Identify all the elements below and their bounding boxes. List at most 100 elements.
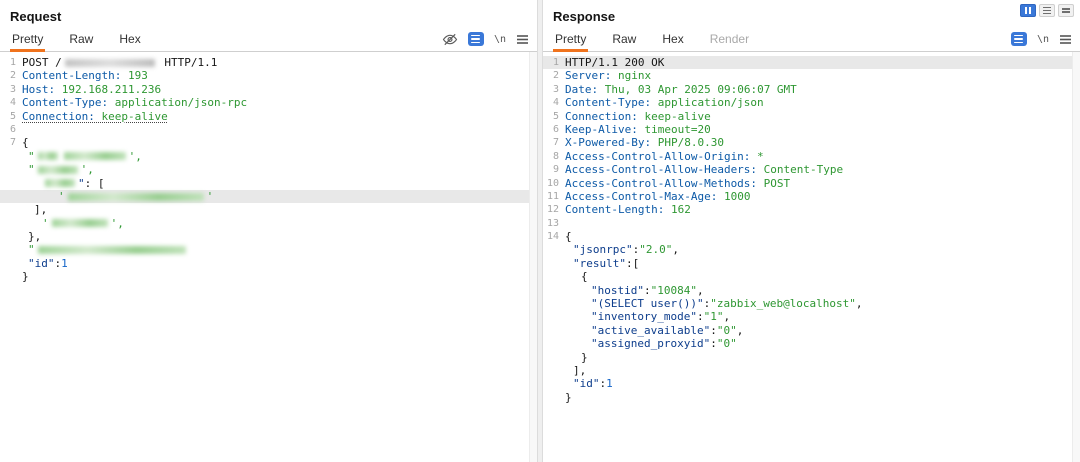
code-text: "active_available"	[591, 323, 711, 337]
code-line[interactable]: 9 Access-Control-Allow-Headers: Content-T…	[543, 163, 1080, 176]
code-line[interactable]: 1 HTTP/1.1 200 OK	[543, 56, 1080, 70]
window-controls	[1020, 4, 1074, 17]
code-line[interactable]: 3 Date: Thu, 03 Apr 2025 09:06:07 GMT	[543, 83, 1080, 96]
response-tab-pretty[interactable]: Pretty	[553, 27, 589, 52]
code-text: :	[696, 310, 704, 324]
request-tab-raw[interactable]: Raw	[67, 27, 95, 51]
line-content: {	[22, 136, 29, 149]
line-content: ' ',	[22, 217, 124, 230]
code-line[interactable]: "(SELECT user())": "zabbix_web@localhost"…	[543, 297, 1080, 310]
request-scrollbar[interactable]	[529, 52, 537, 462]
request-editor[interactable]: 1 POST / HTTP/1.1 2 Content-Length: 193 3 Hos…	[0, 52, 537, 462]
line-number: 9	[552, 164, 559, 176]
line-number: 2	[9, 70, 16, 82]
code-line[interactable]: 6 Keep-Alive: timeout=20	[543, 123, 1080, 136]
response-scrollbar[interactable]	[1072, 52, 1080, 462]
code-text: 192.168.211.236	[55, 82, 162, 96]
code-line[interactable]: 14 {	[543, 230, 1080, 243]
pause-button[interactable]	[1020, 4, 1036, 17]
code-line[interactable]: "	[0, 243, 537, 256]
code-line[interactable]: 10 Access-Control-Allow-Methods: POST	[543, 177, 1080, 190]
code-line[interactable]: 4 Content-Type: application/json	[543, 96, 1080, 109]
code-text: ',	[110, 216, 124, 230]
code-line[interactable]: 12 Content-Length: 162	[543, 203, 1080, 216]
code-line[interactable]: },	[0, 230, 537, 243]
code-text: "	[28, 149, 35, 163]
code-line[interactable]: 8 Access-Control-Allow-Origin: *	[543, 150, 1080, 163]
layout-equal-button[interactable]	[1058, 4, 1074, 17]
code-line[interactable]: }	[543, 351, 1080, 364]
code-line[interactable]: 7{	[0, 136, 537, 149]
code-text: :	[710, 337, 717, 351]
code-line[interactable]: 2 Server: nginx	[543, 69, 1080, 82]
editor-menu-icon[interactable]	[1059, 34, 1072, 45]
code-line[interactable]: }	[0, 270, 537, 283]
response-tab-raw[interactable]: Raw	[610, 27, 638, 51]
code-line[interactable]: ],	[0, 203, 537, 216]
newline-toggle-icon[interactable]: \n	[1037, 34, 1049, 45]
response-tab-hex[interactable]: Hex	[660, 27, 685, 51]
line-number: 5	[552, 110, 559, 122]
code-line[interactable]: 11 Access-Control-Max-Age: 1000	[543, 190, 1080, 203]
code-line[interactable]: ' '	[0, 189, 537, 204]
line-number: 1	[9, 57, 16, 68]
request-tab-pretty[interactable]: Pretty	[10, 27, 46, 52]
code-text: Content-Length:	[22, 69, 122, 83]
code-line[interactable]: 1 POST / HTTP/1.1	[0, 56, 537, 69]
code-line[interactable]: "jsonrpc": "2.0",	[543, 243, 1080, 256]
line-content: {	[565, 230, 572, 243]
code-line[interactable]: "result":[	[543, 257, 1080, 270]
eye-slash-icon[interactable]	[442, 33, 458, 46]
request-tab-hex[interactable]: Hex	[117, 27, 142, 51]
code-line[interactable]: "id":1	[543, 377, 1080, 390]
code-line[interactable]: {	[543, 270, 1080, 283]
code-text: Access-Control-Allow-Headers:	[565, 163, 758, 177]
code-text: : [	[84, 176, 105, 190]
line-number	[543, 270, 565, 283]
line-content: Content-Length: 162	[565, 203, 691, 216]
line-content: " ',	[22, 150, 142, 163]
code-line[interactable]: "hostid": "10084",	[543, 284, 1080, 297]
code-line[interactable]: ' ',	[0, 217, 537, 230]
editor-menu-icon[interactable]	[516, 34, 529, 45]
code-line[interactable]: 6	[0, 123, 537, 136]
code-text: 1000	[717, 189, 751, 203]
code-line[interactable]: "active_available": "0",	[543, 324, 1080, 337]
response-editor[interactable]: 1 HTTP/1.1 200 OK 2 Server: nginx 3 Date: Thu…	[543, 52, 1080, 462]
code-text: }	[22, 270, 29, 284]
code-line[interactable]: "assigned_proxyid": "0"	[543, 337, 1080, 350]
line-content: "active_available": "0",	[565, 324, 743, 337]
line-content: }	[22, 270, 29, 283]
wrap-icon[interactable]	[467, 32, 484, 46]
code-line[interactable]: "id":1	[0, 257, 537, 270]
code-text: "2.0"	[639, 243, 673, 257]
line-number: 7	[552, 137, 559, 149]
layout-rows-button[interactable]	[1039, 4, 1055, 17]
line-content: Access-Control-Allow-Headers: Content-Ty…	[565, 163, 843, 176]
code-line[interactable]: 5 Connection: keep-alive	[543, 110, 1080, 123]
code-text: "0"	[716, 323, 737, 337]
code-line[interactable]: 13	[543, 217, 1080, 230]
line-number: 10	[546, 177, 559, 189]
code-text: ',	[128, 149, 142, 163]
newline-toggle-icon[interactable]: \n	[494, 34, 506, 45]
code-line[interactable]: ": [	[0, 177, 537, 190]
code-line[interactable]: 3 Host: 192.168.211.236	[0, 83, 537, 96]
code-text: "	[28, 243, 35, 257]
code-text: "id"	[28, 256, 55, 270]
code-text: "10084"	[650, 283, 697, 297]
code-line[interactable]: 5 Connection: keep-alive	[0, 110, 537, 123]
code-line[interactable]: ],	[543, 364, 1080, 377]
code-line[interactable]: 2 Content-Length: 193	[0, 69, 537, 82]
wrap-icon[interactable]	[1010, 32, 1027, 46]
line-content: Content-Length: 193	[22, 69, 148, 82]
code-line[interactable]: }	[543, 391, 1080, 404]
line-number	[0, 163, 22, 176]
code-line[interactable]: 4 Content-Type: application/json-rpc	[0, 96, 537, 109]
code-line[interactable]: " ',	[0, 163, 537, 176]
code-line[interactable]: "inventory_mode": "1",	[543, 310, 1080, 323]
line-number	[543, 337, 565, 350]
code-line[interactable]: " ',	[0, 150, 537, 163]
code-text: }	[581, 350, 588, 364]
code-line[interactable]: 7 X-Powered-By: PHP/8.0.30	[543, 136, 1080, 149]
